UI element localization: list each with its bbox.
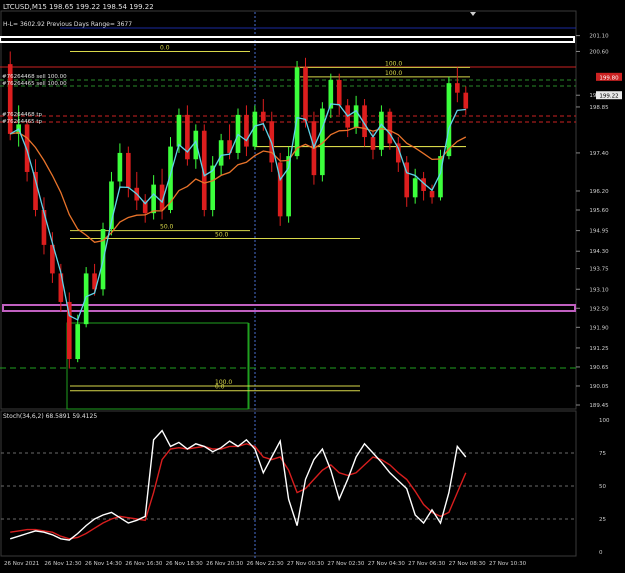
stoch-title: Stoch(34,6,2) 68.5891 59.4125	[3, 413, 97, 420]
price-tick-label: 200.60	[589, 49, 609, 55]
candle-bear	[126, 152, 131, 188]
symbol-title: LTCUSD,M15 198.65 199.22 198.54 199.22	[3, 3, 154, 11]
candle-bear	[336, 80, 342, 106]
time-label: 27 Nov 06:30	[408, 561, 446, 567]
candle-bull	[75, 324, 81, 360]
price-tick-label: 194.95	[589, 229, 609, 235]
candle-bear	[24, 124, 30, 172]
candle-bull	[218, 140, 224, 166]
price-tick-label: 197.40	[589, 151, 609, 157]
price-tick-label: 201.10	[589, 34, 609, 40]
candle-bear	[463, 92, 469, 109]
candle-bear	[303, 67, 308, 122]
time-label: 26 Nov 14:30	[85, 561, 123, 567]
range-info: H-L= 3602.92 Previous Days Range= 3677	[3, 21, 132, 28]
fib-level-label: 0.0	[215, 384, 225, 391]
candle-bear	[429, 190, 435, 198]
time-label: 26 Nov 16:30	[125, 561, 163, 567]
stoch-tick-label: 100	[599, 418, 610, 424]
stoch-tick-label: 25	[599, 517, 606, 523]
stoch-tick-label: 75	[599, 451, 606, 457]
time-label: 27 Nov 04:30	[368, 561, 406, 567]
fib-level-label: 100.0	[385, 70, 402, 77]
fib-level-label: 50.0	[215, 232, 229, 239]
chart-svg: 0.0100.0100.050.050.0100.00.0 201.10200.…	[0, 0, 625, 569]
sell-order-label: 199.80	[599, 75, 619, 81]
fib-level-label: 50.0	[160, 224, 174, 231]
time-label: 26 Nov 12:30	[44, 561, 82, 567]
chart-root: 0.0 100.0 100.0 50.0 50.0 100.0 0.0 201.10 200.…	[0, 0, 625, 569]
price-tick-label: 196.20	[589, 189, 609, 195]
candle-bear	[33, 171, 38, 210]
time-label: 26 Nov 2021	[4, 561, 39, 567]
time-label: 27 Nov 00:30	[287, 561, 325, 567]
candle-bull	[193, 130, 199, 160]
candle-bear	[370, 137, 376, 150]
price-tick-label: 193.10	[589, 287, 609, 293]
candle-bull	[412, 178, 418, 198]
price-tick-label: 190.05	[589, 384, 609, 390]
price-tick-label: 189.45	[589, 403, 609, 409]
stoch-tick-label: 50	[599, 484, 606, 490]
candle-bear	[41, 210, 47, 245]
candle-bull	[83, 273, 89, 325]
price-tick-label: 194.30	[589, 249, 609, 255]
fib-level-label: 100.0	[385, 60, 402, 67]
candle-bear	[455, 83, 460, 93]
price-tick-label: 195.60	[589, 208, 609, 214]
candle-bull	[353, 105, 359, 128]
candle-bull	[117, 152, 123, 182]
tp-label-1: #76264468 tp	[2, 112, 43, 118]
candle-bull	[151, 184, 156, 214]
stoch-tick-label: 0	[599, 550, 603, 556]
candle-bull	[446, 83, 452, 157]
price-tick-label: 192.50	[589, 306, 609, 312]
candle-bear	[387, 111, 393, 144]
order-label-2: #76264465 sell 100.00	[2, 81, 67, 87]
time-label: 27 Nov 08:30	[449, 561, 487, 567]
tp-label-2: #76264465 tp	[2, 119, 43, 125]
candle-bear	[244, 114, 249, 147]
price-tick-label: 191.25	[589, 346, 609, 352]
candle-bull	[176, 114, 182, 147]
price-tick-label: 193.75	[589, 267, 609, 273]
candle-bull	[294, 67, 300, 157]
current-price-label: 199.22	[599, 94, 618, 100]
time-label: 27 Nov 10:30	[489, 561, 527, 567]
time-label: 26 Nov 18:30	[166, 561, 204, 567]
price-tick-label: 190.65	[589, 365, 609, 371]
time-label: 26 Nov 22:30	[247, 561, 285, 567]
time-label: 26 Nov 20:30	[206, 561, 244, 567]
fib-level-label: 0.0	[160, 44, 170, 51]
candle-bear	[260, 111, 266, 122]
price-tick-label: 191.90	[589, 325, 609, 331]
time-label: 27 Nov 02:30	[327, 561, 365, 567]
order-label-1: #76264468 sell 100.00	[2, 74, 67, 80]
price-tick-label: 198.85	[589, 105, 609, 111]
candle-bull	[379, 111, 384, 150]
